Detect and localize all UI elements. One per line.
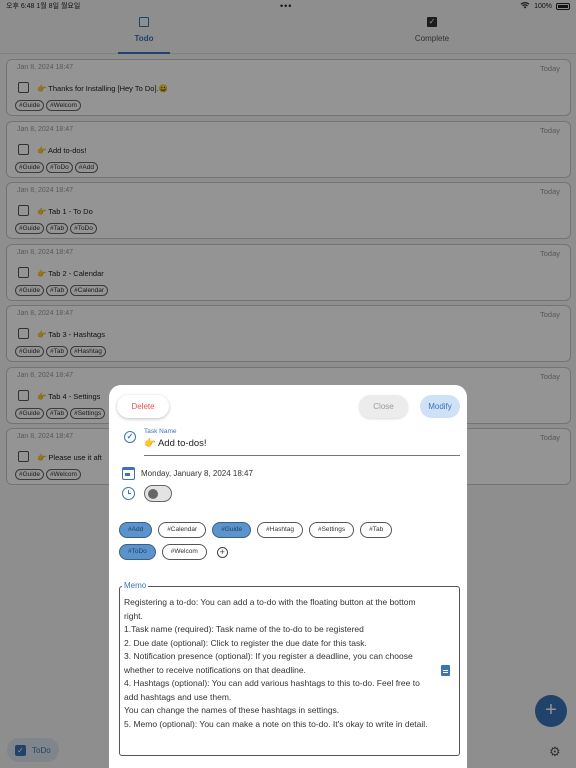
- memo-label: Memo: [122, 581, 149, 590]
- toggle-knob: [148, 488, 158, 499]
- calendar-icon[interactable]: [122, 467, 135, 480]
- hashtag-list: #Add #Calendar #Guide #Hashtag #Settings #Tab…: [119, 522, 429, 560]
- add-tag-icon[interactable]: +: [216, 547, 228, 558]
- task-check-icon: ✓: [124, 431, 136, 443]
- modify-button[interactable]: Modify: [420, 395, 460, 418]
- task-name-label: Task Name: [144, 428, 177, 435]
- hashtag-chip[interactable]: #Welcom: [161, 544, 207, 560]
- document-icon[interactable]: [441, 665, 450, 676]
- task-name-input[interactable]: 👉 Add to-dos!: [144, 438, 207, 449]
- close-button[interactable]: Close: [359, 395, 408, 418]
- delete-button[interactable]: Delete: [117, 395, 169, 418]
- hashtag-chip[interactable]: #Hashtag: [257, 522, 303, 538]
- hashtag-chip[interactable]: #Tab: [360, 522, 393, 538]
- alarm-icon: [122, 487, 135, 500]
- hashtag-chip[interactable]: #Add: [119, 522, 153, 538]
- hashtag-chip[interactable]: #Calendar: [158, 522, 207, 538]
- hashtag-chip[interactable]: #Guide: [212, 522, 252, 538]
- due-date-text[interactable]: Monday, January 8, 2024 18:47: [141, 469, 253, 478]
- hashtag-chip[interactable]: #ToDo: [119, 544, 156, 560]
- task-name-underline: [144, 455, 460, 456]
- notification-toggle[interactable]: [144, 485, 172, 502]
- hashtag-chip[interactable]: #Settings: [308, 522, 355, 538]
- memo-text[interactable]: Registering a to-do: You can add a to-do…: [124, 596, 434, 731]
- task-detail-sheet: Delete Close Modify ✓ Task Name 👉 Add to…: [109, 385, 467, 768]
